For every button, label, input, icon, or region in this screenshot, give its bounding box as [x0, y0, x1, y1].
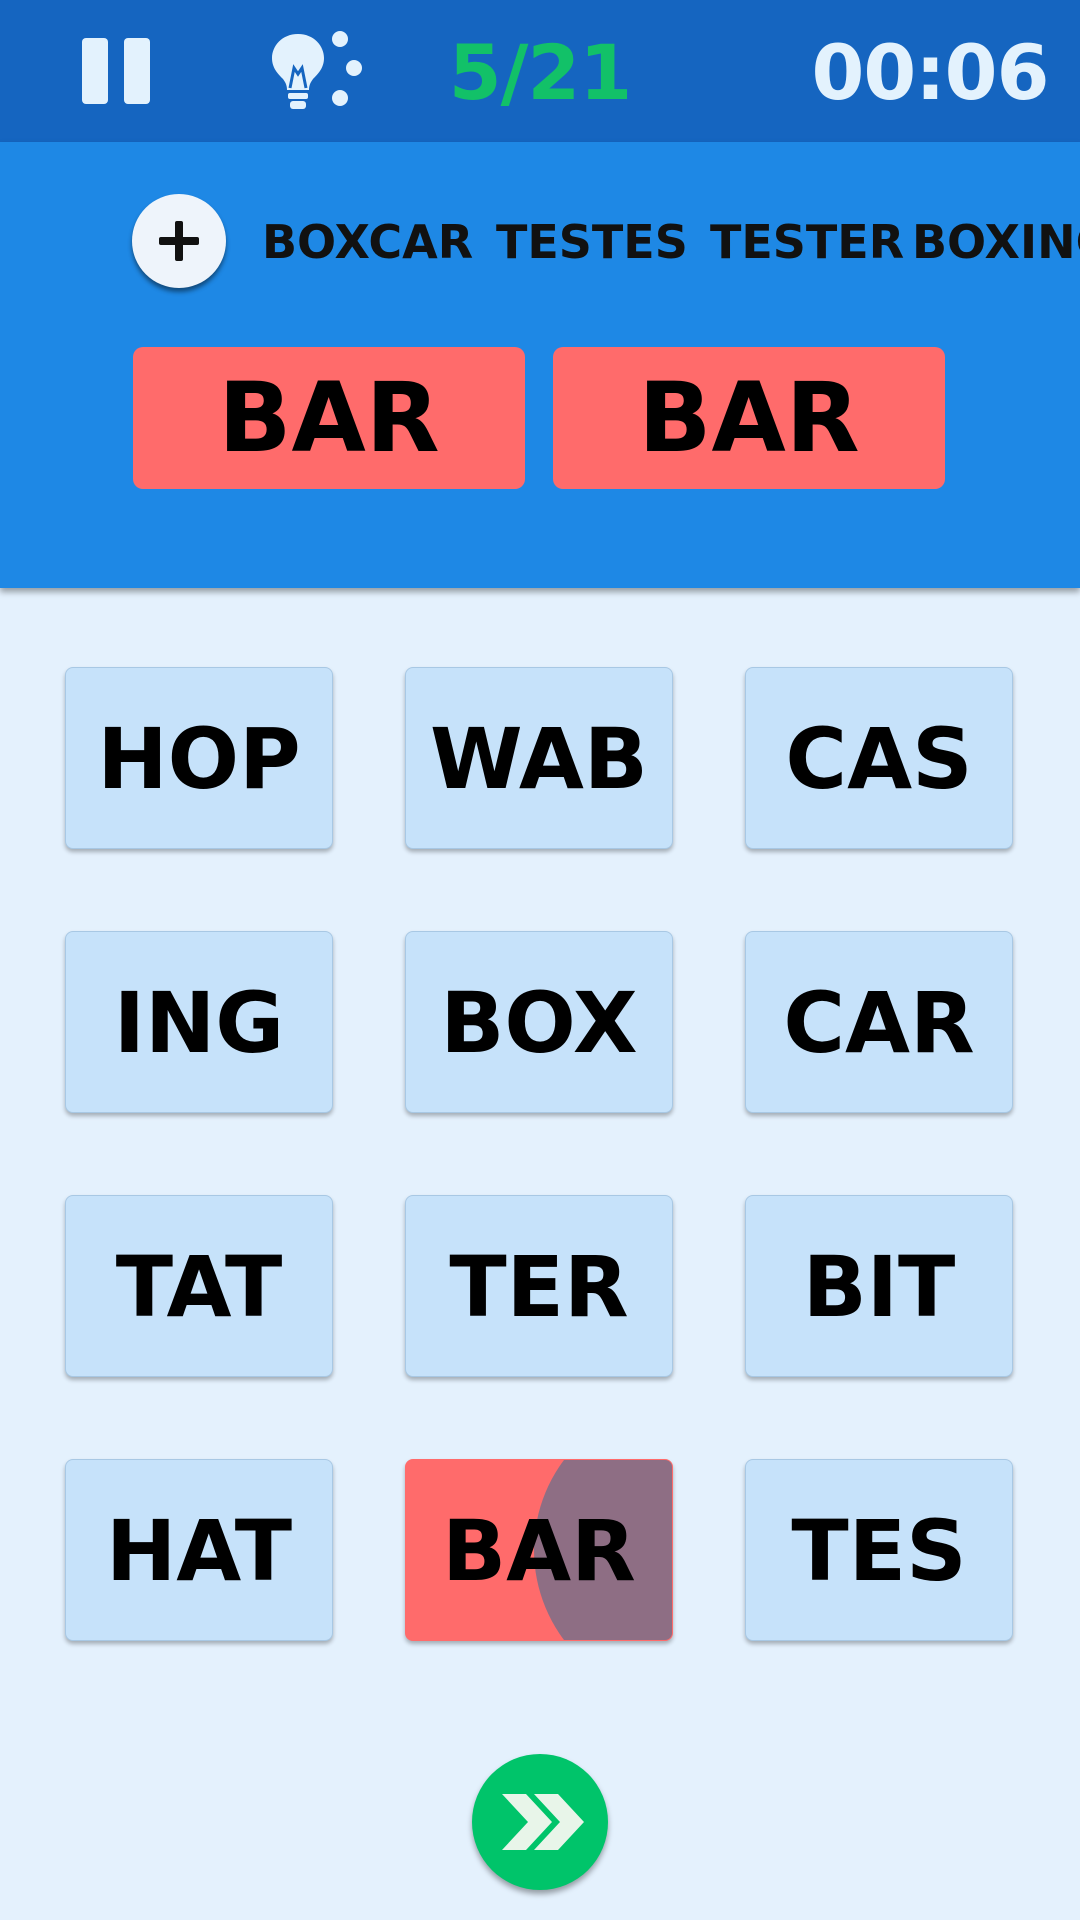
lightbulb-hint-icon[interactable]	[270, 28, 366, 112]
letter-tile[interactable]: ING	[65, 931, 333, 1113]
found-word: TESTER	[710, 215, 905, 269]
letter-tile-label: BAR	[442, 1502, 636, 1600]
top-bar: 5/21 00:06	[0, 0, 1080, 142]
letter-tile[interactable]: HOP	[65, 667, 333, 849]
found-word: BOXCAR	[262, 215, 474, 269]
letter-tile[interactable]: WAB	[405, 667, 673, 849]
selected-chip[interactable]: BAR	[133, 347, 525, 489]
found-words-list: BOXCAR TESTES TESTER BOXING	[262, 204, 1080, 280]
letter-tile[interactable]: TER	[405, 1195, 673, 1377]
found-word: BOXING	[912, 215, 1080, 269]
letter-tile[interactable]: TES	[745, 1459, 1013, 1641]
timer: 00:06	[811, 28, 1050, 117]
letter-tile[interactable]: BOX	[405, 931, 673, 1113]
letter-tile[interactable]: BIT	[745, 1195, 1013, 1377]
plus-icon[interactable]	[132, 194, 226, 288]
letter-tile[interactable]: CAS	[745, 667, 1013, 849]
answer-panel: BOXCAR TESTES TESTER BOXING BAR BAR	[0, 142, 1080, 588]
letter-tile-selected[interactable]: BAR	[405, 1459, 673, 1641]
double-chevron-right-icon[interactable]	[472, 1754, 608, 1890]
letter-tile[interactable]: CAR	[745, 931, 1013, 1113]
letter-tile[interactable]: TAT	[65, 1195, 333, 1377]
found-word: TESTES	[496, 215, 688, 269]
letter-tile[interactable]: HAT	[65, 1459, 333, 1641]
selected-chip[interactable]: BAR	[553, 347, 945, 489]
level-progress: 5/21	[448, 28, 632, 117]
pause-icon[interactable]	[82, 38, 150, 104]
